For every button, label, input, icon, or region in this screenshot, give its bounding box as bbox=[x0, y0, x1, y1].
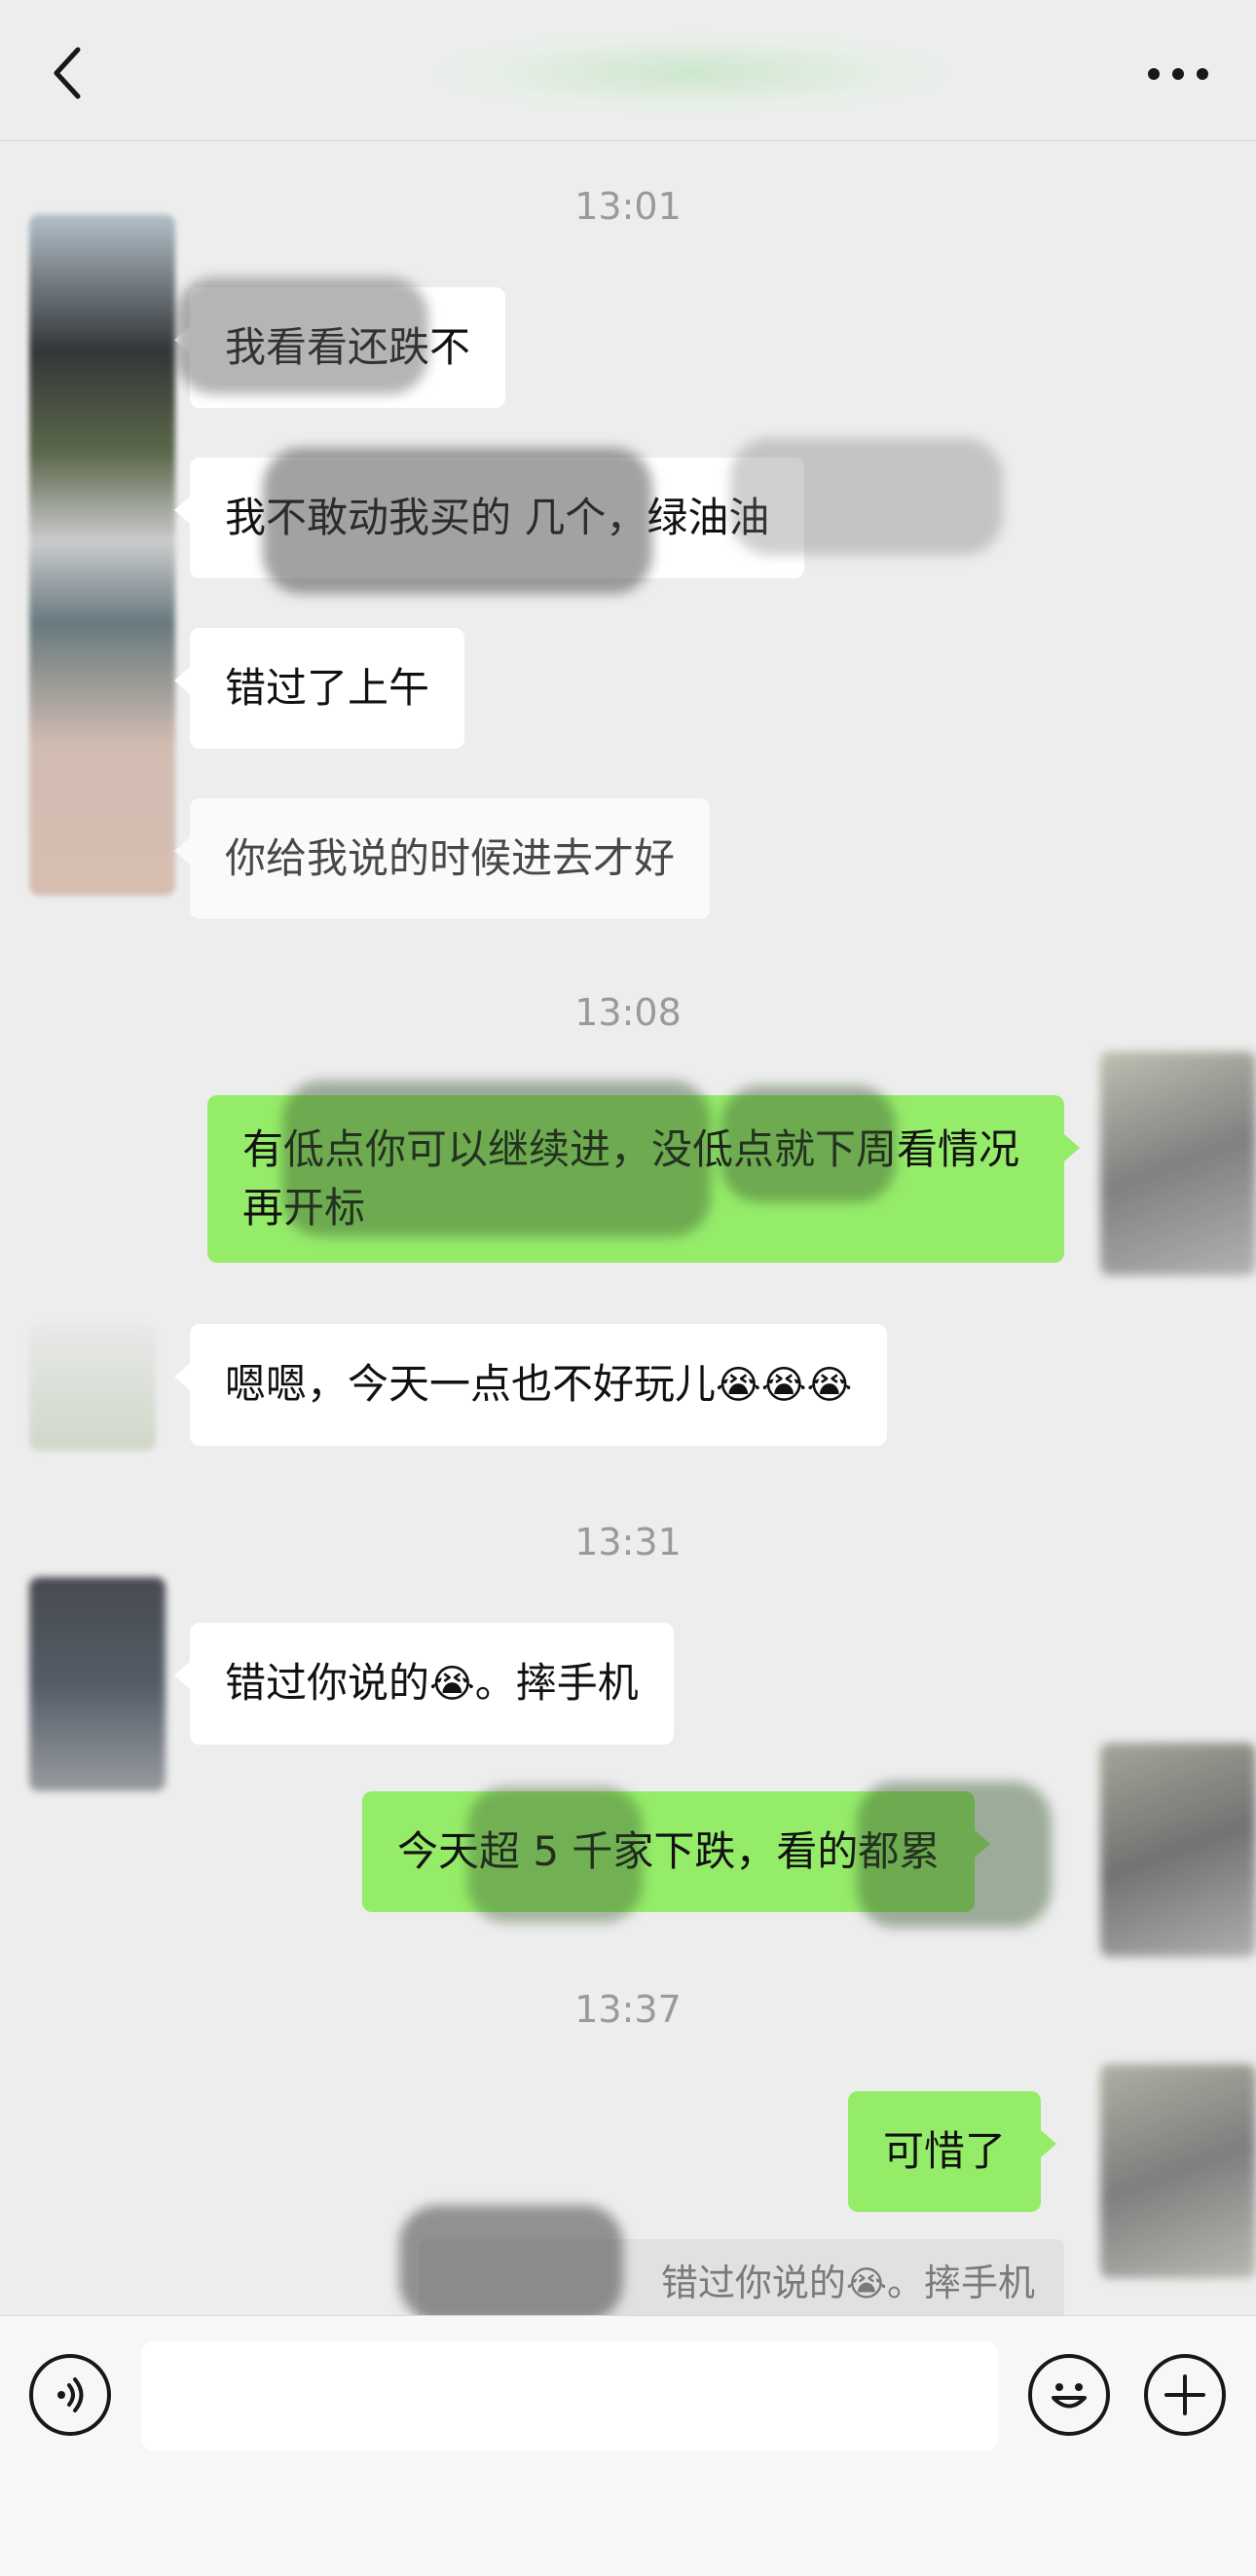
message-bubble-incoming[interactable]: 嗯嗯，今天一点也不好玩儿😭😭😭 bbox=[173, 1324, 888, 1446]
plus-icon bbox=[1164, 2374, 1205, 2415]
back-button[interactable] bbox=[39, 39, 97, 107]
message-text: 错过你说的 bbox=[225, 1659, 430, 1707]
redaction-scribble bbox=[730, 438, 1003, 555]
redaction-scribble bbox=[720, 1086, 896, 1202]
avatar[interactable] bbox=[29, 214, 175, 896]
message-bubble-incoming[interactable]: 错过了上午 bbox=[173, 628, 465, 749]
timestamp: 13:01 bbox=[574, 185, 682, 228]
message-bubble-incoming[interactable]: 错过你说的😭。摔手机 bbox=[174, 1623, 674, 1745]
crying-emoji: 😭😭😭 bbox=[716, 1363, 853, 1408]
plus-button[interactable] bbox=[1144, 2354, 1226, 2436]
chat-title-redacted bbox=[419, 29, 964, 117]
avatar[interactable] bbox=[1100, 1743, 1256, 1957]
quote-text: 错过你说的 bbox=[660, 2262, 846, 2304]
redaction-scribble bbox=[263, 448, 652, 594]
crying-emoji: 😭 bbox=[429, 1662, 475, 1707]
timestamp: 13:08 bbox=[574, 991, 682, 1034]
redaction-scribble bbox=[282, 1081, 711, 1236]
redaction-scribble bbox=[467, 1786, 643, 1923]
redaction-scribble bbox=[175, 277, 428, 394]
message-text: 嗯嗯，今天一点也不好玩儿 bbox=[225, 1360, 717, 1408]
avatar[interactable] bbox=[1100, 1051, 1256, 1275]
emoji-icon bbox=[1052, 2383, 1087, 2409]
chat-header bbox=[0, 0, 1256, 141]
more-horizontal-icon bbox=[1148, 68, 1208, 80]
quote-text: 。摔手机 bbox=[886, 2262, 1035, 2304]
avatar[interactable] bbox=[29, 1324, 156, 1451]
message-text: 错过了上午 bbox=[225, 664, 430, 712]
timestamp: 13:37 bbox=[574, 1988, 682, 2031]
crying-emoji: 😭 bbox=[845, 2264, 887, 2304]
message-bubble-outgoing[interactable]: 可惜了 bbox=[848, 2091, 1057, 2212]
emoji-button[interactable] bbox=[1028, 2354, 1110, 2436]
message-input[interactable] bbox=[141, 2341, 998, 2450]
message-text: 你给我说的时候进去才好 bbox=[225, 834, 676, 882]
avatar[interactable] bbox=[29, 1577, 166, 1791]
redaction-scribble bbox=[857, 1782, 1052, 1928]
chevron-left-icon bbox=[54, 47, 81, 99]
message-text: 。摔手机 bbox=[474, 1659, 639, 1707]
avatar[interactable] bbox=[1100, 2064, 1256, 2278]
voice-button[interactable] bbox=[29, 2354, 111, 2436]
redaction-scribble bbox=[399, 2205, 623, 2322]
voice-icon bbox=[57, 2377, 84, 2412]
more-button[interactable] bbox=[1139, 47, 1217, 101]
message-bubble-incoming[interactable]: 你给我说的时候进去才好 bbox=[173, 798, 711, 919]
message-text: 可惜了 bbox=[883, 2127, 1007, 2175]
timestamp: 13:31 bbox=[574, 1521, 682, 1564]
